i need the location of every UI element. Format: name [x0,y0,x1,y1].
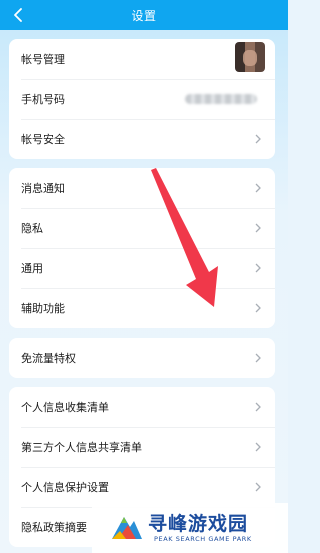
settings-item-label: 免流量特权 [21,352,76,365]
settings-item-third-party-sharing-list[interactable]: 第三方个人信息共享清单 [9,427,275,467]
settings-item-label: 第三方个人信息共享清单 [21,441,142,454]
avatar [235,42,265,72]
data-privilege-card: 免流量特权 [9,338,275,378]
settings-item-label: 隐私 [21,222,43,235]
settings-item-accessibility[interactable]: 辅助功能 [9,288,275,328]
watermark-text-cn: 寻峰游戏园 [148,513,249,535]
settings-item-label: 辅助功能 [21,302,65,315]
settings-item-label: 个人信息保护设置 [21,481,109,494]
top-bar: 设置 [0,0,288,30]
settings-item-account-management[interactable]: 帐号管理 [9,39,275,79]
settings-item-notifications[interactable]: 消息通知 [9,168,275,208]
page-title: 设置 [131,9,157,23]
watermark: 寻峰游戏园 PEAK SEARCH GAME PARK [92,503,288,553]
chevron-right-icon [255,353,261,363]
chevron-right-icon [255,263,261,273]
settings-item-label: 通用 [21,262,43,275]
settings-item-general[interactable]: 通用 [9,248,275,288]
settings-item-info-protection[interactable]: 个人信息保护设置 [9,467,275,507]
settings-item-phone-number[interactable]: 手机号码 [9,79,275,119]
chevron-right-icon [255,303,261,313]
settings-item-label: 个人信息收集清单 [21,401,109,414]
account-settings-card: 帐号管理 手机号码 帐号安全 [9,39,275,159]
settings-item-label: 手机号码 [21,93,65,106]
settings-item-label: 帐号管理 [21,53,65,66]
settings-item-label: 隐私政策摘要 [21,521,87,534]
chevron-right-icon [255,134,261,144]
settings-item-label: 消息通知 [21,182,65,195]
general-settings-card: 消息通知 隐私 通用 辅助功能 [9,168,275,328]
chevron-right-icon [255,442,261,452]
settings-item-privacy[interactable]: 隐私 [9,208,275,248]
chevron-right-icon [255,482,261,492]
chevron-right-icon [255,402,261,412]
mountain-logo-icon [112,517,142,539]
settings-item-label: 帐号安全 [21,133,65,146]
settings-item-info-collection-list[interactable]: 个人信息收集清单 [9,387,275,427]
watermark-text-en: PEAK SEARCH GAME PARK [154,535,252,543]
settings-item-account-security[interactable]: 帐号安全 [9,119,275,159]
chevron-right-icon [255,183,261,193]
chevron-right-icon [255,223,261,233]
phone-number-value-blurred [185,94,257,104]
settings-item-free-data[interactable]: 免流量特权 [9,338,275,378]
